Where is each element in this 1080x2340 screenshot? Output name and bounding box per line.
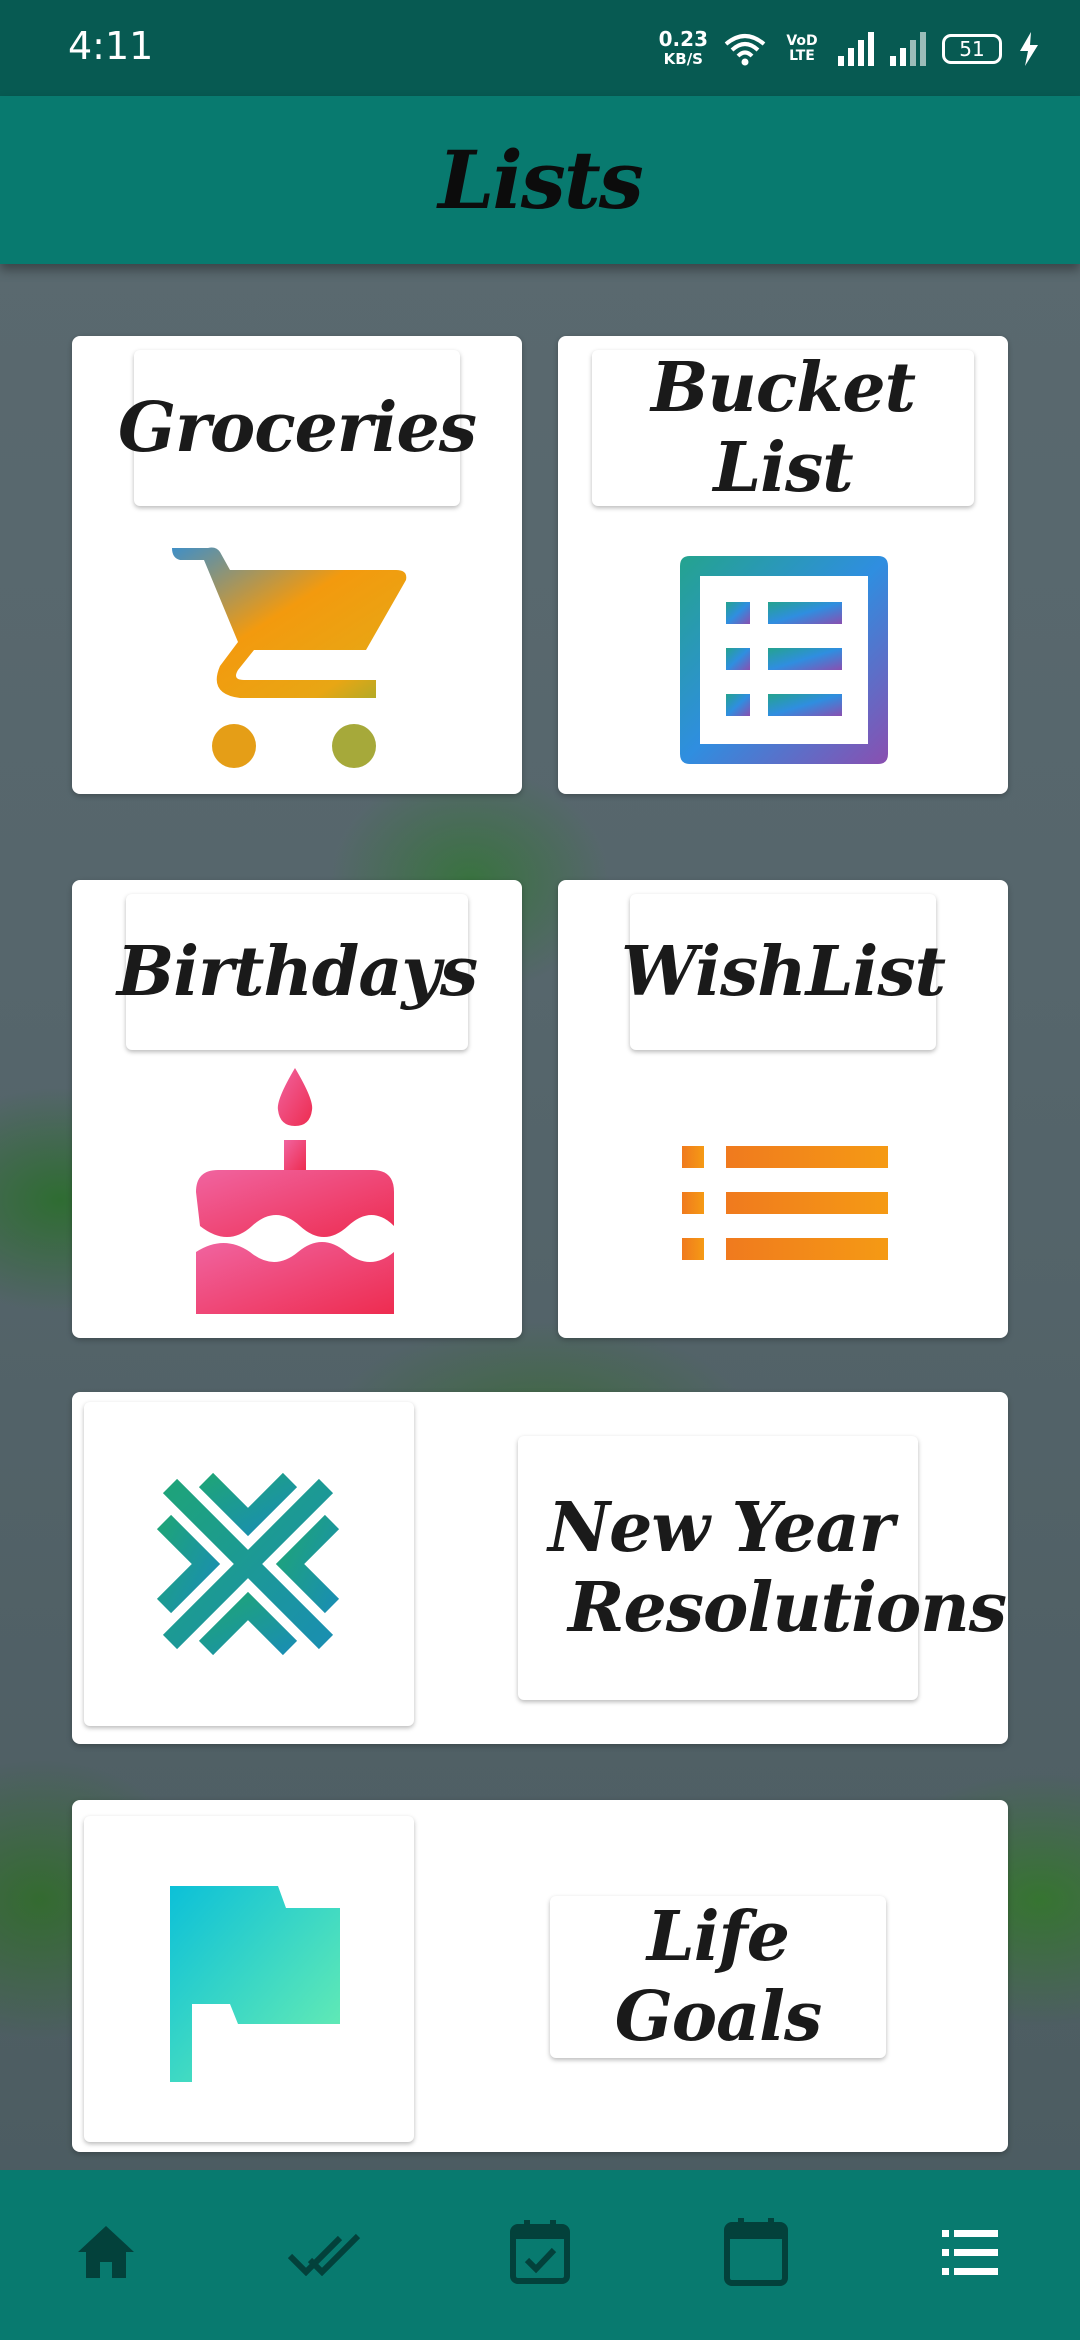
list-label-box: Birthdays bbox=[117, 894, 478, 1050]
icon-box bbox=[84, 1816, 414, 2142]
signal-icon bbox=[838, 32, 874, 66]
list-card-new-year-resolutions[interactable]: New Year Resolutions bbox=[72, 1392, 1008, 1744]
snowflake-icon bbox=[136, 1452, 360, 1676]
list-label-line2: Resolutions bbox=[568, 1568, 1007, 1648]
nav-agenda[interactable] bbox=[500, 2214, 580, 2294]
signal-icon-2 bbox=[890, 32, 926, 66]
calendar-icon bbox=[724, 2218, 788, 2286]
nav-calendar[interactable] bbox=[716, 2214, 796, 2294]
bottom-navigation bbox=[0, 2170, 1080, 2340]
list-label-box: Life Goals bbox=[550, 1896, 886, 2058]
wifi-icon bbox=[724, 34, 766, 66]
event-check-icon bbox=[510, 2220, 570, 2284]
flag-icon bbox=[170, 1886, 340, 2082]
carrier-label: VoD LTE bbox=[786, 33, 818, 64]
bulleted-list-icon bbox=[682, 1146, 888, 1260]
list-card-groceries[interactable]: Groceries bbox=[72, 336, 522, 794]
list-card-birthdays[interactable]: Birthdays bbox=[72, 880, 522, 1338]
list-card-bucket-list[interactable]: Bucket List bbox=[558, 336, 1008, 794]
list-label-box: Groceries bbox=[118, 350, 477, 506]
page-title: Lists bbox=[438, 133, 644, 227]
home-icon bbox=[78, 2226, 134, 2278]
list-label: WishList bbox=[620, 932, 946, 1012]
list-box-icon bbox=[680, 556, 888, 764]
list-label-box: Bucket List bbox=[592, 348, 974, 508]
list-label-box: WishList bbox=[621, 894, 946, 1050]
status-bar: 4:11 0.23 KB/S VoD LTE 51 bbox=[0, 0, 1080, 96]
list-label-box: New Year Resolutions bbox=[518, 1436, 1007, 1700]
done-all-icon bbox=[288, 2233, 361, 2276]
list-icon bbox=[942, 2230, 998, 2275]
network-speed-unit: KB/S bbox=[663, 50, 703, 68]
icon-box bbox=[84, 1402, 414, 1726]
nav-home[interactable] bbox=[68, 2214, 148, 2294]
shopping-cart-icon bbox=[172, 547, 407, 768]
list-label: Bucket List bbox=[650, 348, 916, 508]
battery-icon: 51 bbox=[942, 34, 1002, 64]
list-label: Birthdays bbox=[116, 932, 478, 1012]
list-card-wishlist[interactable]: WishList bbox=[558, 880, 1008, 1338]
list-card-life-goals[interactable]: Life Goals bbox=[72, 1800, 1008, 2152]
cake-icon bbox=[196, 1068, 394, 1314]
network-speed-value: 0.23 bbox=[658, 27, 708, 51]
nav-lists[interactable] bbox=[930, 2214, 1010, 2294]
battery-level: 51 bbox=[959, 37, 985, 61]
charging-icon bbox=[1020, 32, 1038, 66]
list-label-line1: New Year bbox=[548, 1488, 894, 1568]
status-time: 4:11 bbox=[68, 24, 154, 68]
nav-tasks[interactable] bbox=[284, 2214, 364, 2294]
list-label: Groceries bbox=[117, 388, 477, 468]
status-icons: 0.23 KB/S VoD LTE 51 bbox=[659, 24, 1040, 74]
network-speed: 0.23 KB/S bbox=[659, 29, 708, 69]
list-label: Life Goals bbox=[614, 1897, 823, 2057]
app-bar: Lists bbox=[0, 96, 1080, 264]
